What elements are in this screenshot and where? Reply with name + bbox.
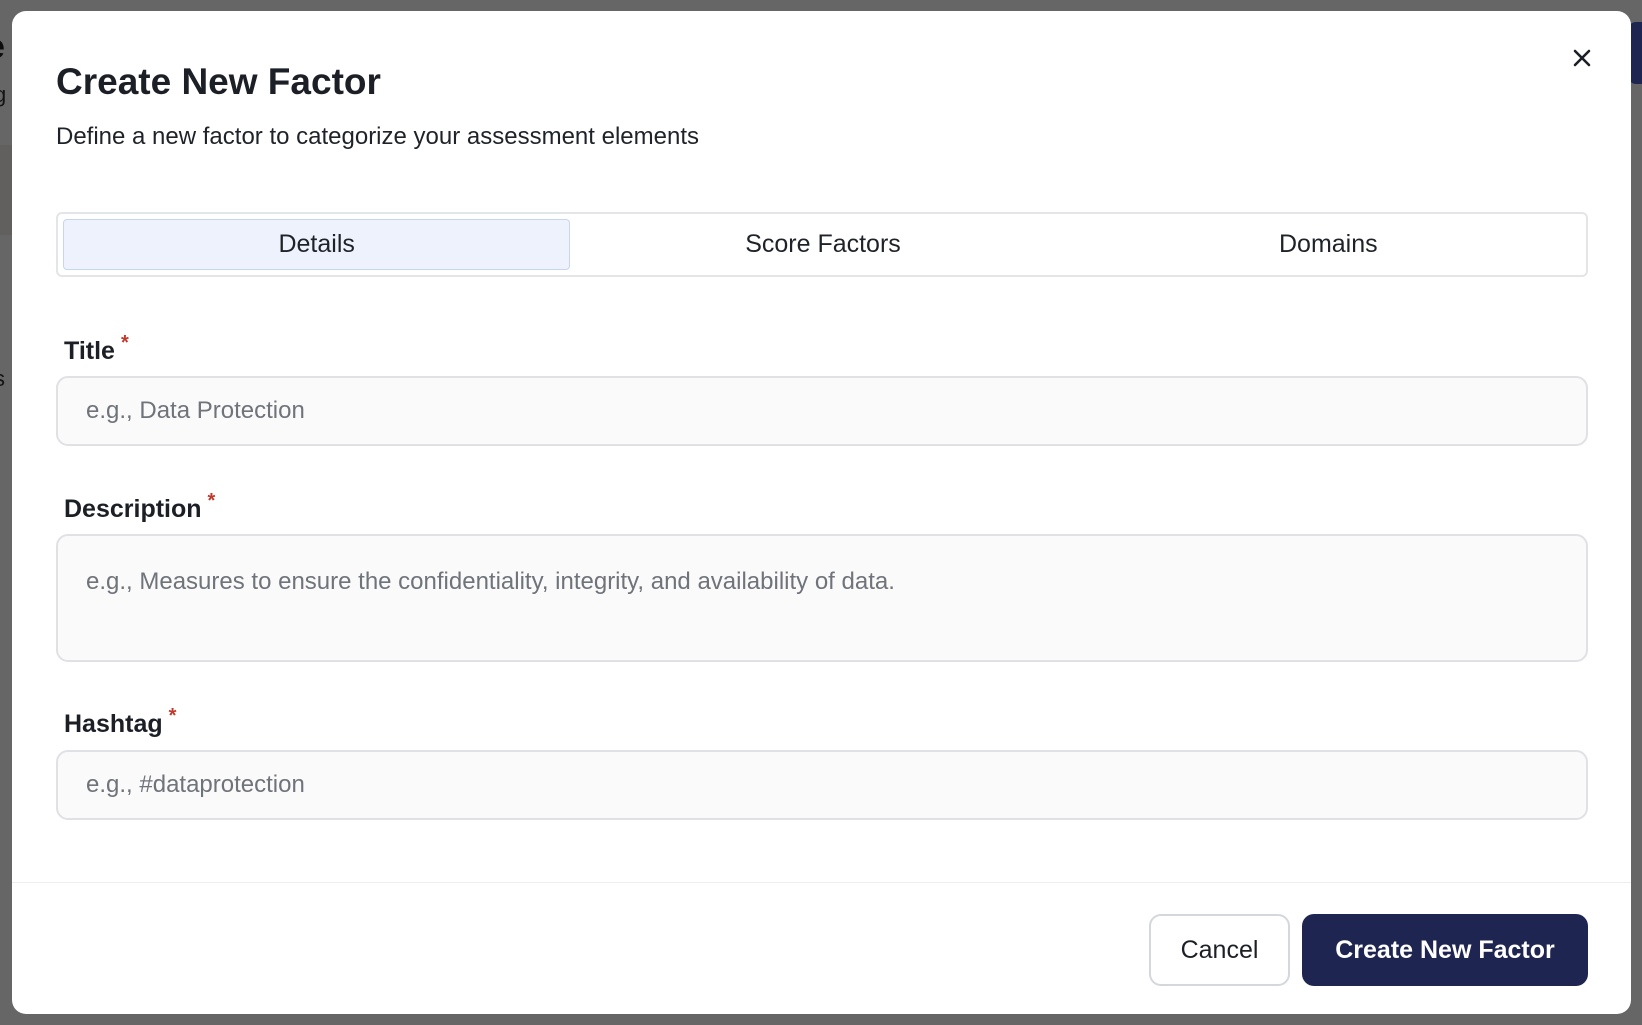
description-textarea[interactable]: [56, 534, 1588, 662]
hashtag-label: Hashtag *: [64, 705, 176, 739]
title-input[interactable]: [56, 376, 1588, 446]
create-factor-dialog: Create New Factor Define a new factor to…: [12, 11, 1631, 1014]
hashtag-input[interactable]: [56, 750, 1588, 820]
title-label-text: Title: [64, 337, 115, 365]
dialog-footer: Cancel Create New Factor: [12, 882, 1631, 1014]
required-marker: *: [168, 705, 177, 727]
description-label-text: Description: [64, 495, 202, 523]
required-marker: *: [120, 332, 129, 354]
description-label: Description *: [64, 490, 215, 524]
cancel-button[interactable]: Cancel: [1149, 914, 1290, 986]
hashtag-label-text: Hashtag: [64, 710, 163, 738]
create-factor-button[interactable]: Create New Factor: [1302, 914, 1588, 986]
close-icon: [1573, 49, 1591, 67]
required-marker: *: [207, 490, 216, 512]
tab-list: Details Score Factors Domains: [56, 212, 1588, 277]
dialog-subtitle: Define a new factor to categorize your a…: [56, 123, 699, 150]
tab-domains[interactable]: Domains: [1076, 219, 1581, 270]
dialog-title: Create New Factor: [56, 61, 381, 102]
close-button[interactable]: [1565, 41, 1599, 75]
title-label: Title *: [64, 332, 129, 366]
tab-score-factors[interactable]: Score Factors: [570, 219, 1075, 270]
tab-details[interactable]: Details: [63, 219, 571, 270]
